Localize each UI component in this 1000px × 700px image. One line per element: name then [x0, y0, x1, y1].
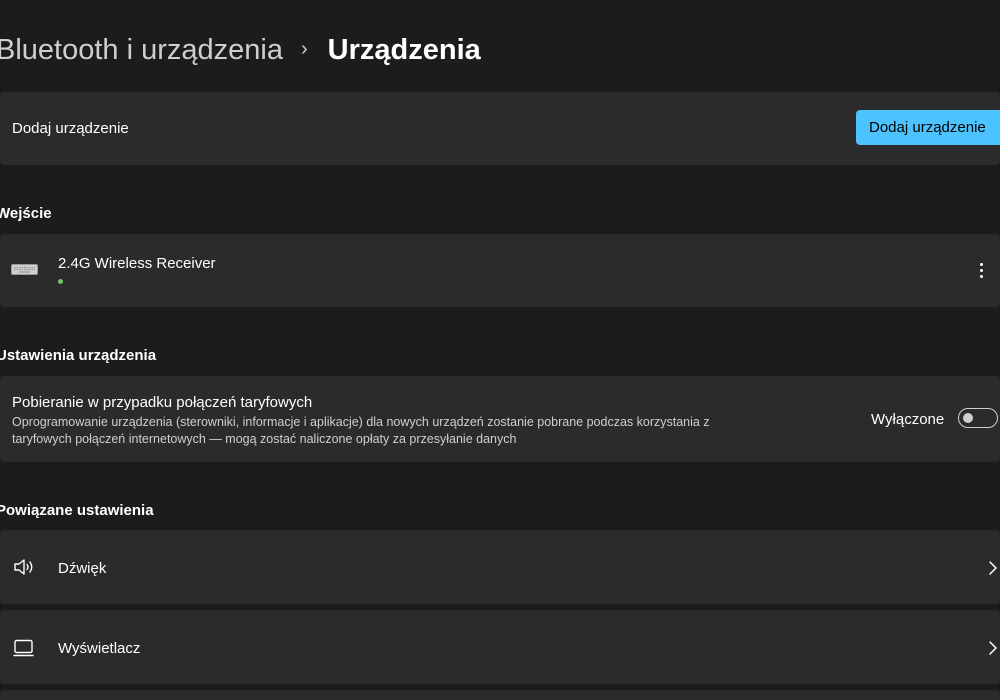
more-dot-icon — [979, 268, 983, 272]
settings-page: Bluetooth i urządzenia › Urządzenia Doda… — [0, 0, 1000, 700]
related-item-display-label: Wyświetlacz — [58, 640, 141, 657]
breadcrumb: Bluetooth i urządzenia › Urządzenia — [0, 26, 481, 74]
add-device-label: Dodaj urządzenie — [12, 120, 129, 137]
metered-download-title: Pobieranie w przypadku połączeń taryfowy… — [12, 394, 313, 411]
speaker-icon — [14, 559, 33, 575]
metered-download-description: Oprogramowanie urządzenia (sterowniki, i… — [12, 415, 710, 446]
connected-status-dot — [58, 279, 63, 284]
related-item-next[interactable] — [0, 690, 1000, 700]
device-name: 2.4G Wireless Receiver — [58, 255, 216, 272]
metered-download-toggle[interactable] — [958, 408, 998, 428]
add-device-button[interactable]: Dodaj urządzenie — [856, 110, 1000, 145]
toggle-state-label: Wyłączone — [871, 411, 945, 428]
chevron-right-icon — [989, 641, 997, 655]
monitor-icon — [13, 639, 34, 657]
more-options-button[interactable] — [972, 259, 990, 281]
related-item-sound-label: Dźwięk — [58, 560, 107, 577]
add-device-card: Dodaj urządzenie Dodaj urządzenie — [0, 92, 1000, 165]
section-title-related: Powiązane ustawienia — [0, 502, 154, 519]
related-item-display[interactable] — [0, 610, 1000, 684]
section-title-input: Wejście — [0, 205, 52, 222]
section-title-device-settings: Ustawienia urządzenia — [0, 347, 157, 364]
page-title: Urządzenia — [327, 33, 481, 66]
chevron-right-icon — [989, 561, 997, 575]
more-dot-icon — [979, 274, 983, 278]
more-dot-icon — [979, 262, 983, 266]
breadcrumb-parent-link[interactable]: Bluetooth i urządzenia — [0, 34, 283, 67]
toggle-knob — [963, 413, 973, 423]
keyboard-icon — [11, 264, 38, 275]
breadcrumb-separator: › — [300, 37, 308, 60]
related-item-sound[interactable] — [0, 530, 1000, 604]
